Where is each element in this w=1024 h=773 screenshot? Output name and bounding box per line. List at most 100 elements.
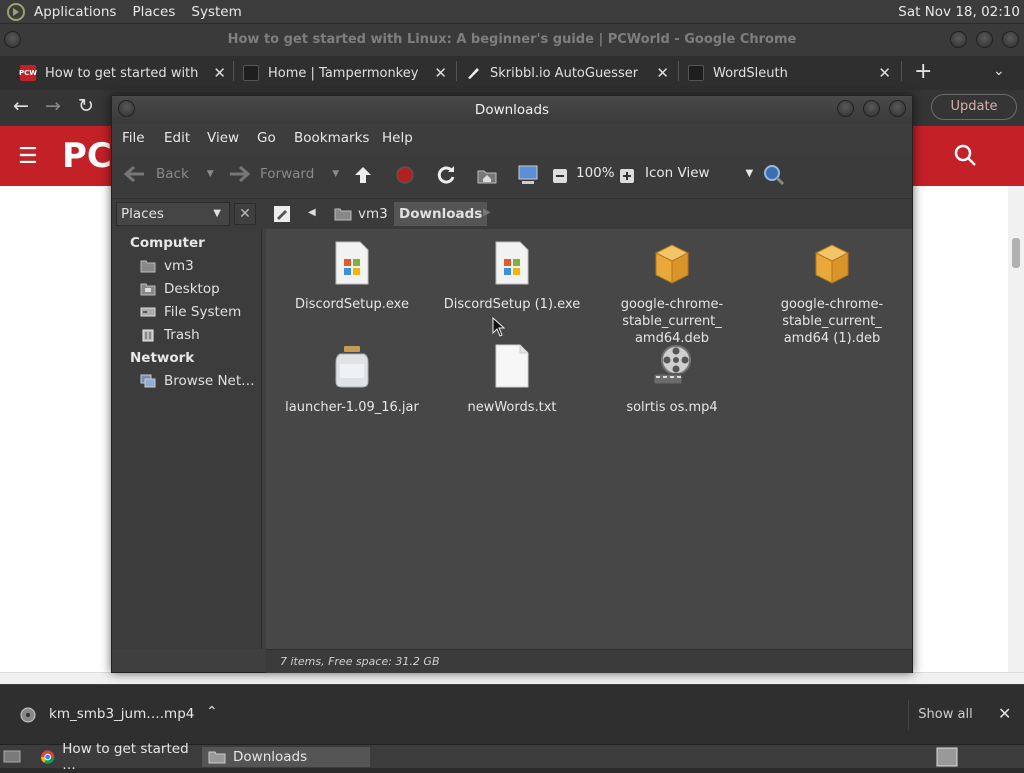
tab-tampermonkey[interactable]: Home | Tampermonkey ✕	[243, 58, 447, 88]
file-item-solrtis-mp4[interactable]: solrtis os.mp4	[593, 344, 751, 416]
file-item-discordsetup-1[interactable]: DiscordSetup (1).exe	[433, 241, 591, 313]
tab-close-icon[interactable]: ✕	[213, 64, 226, 82]
menu-go[interactable]: Go	[257, 130, 276, 146]
clock[interactable]: Sat Nov 18, 02:10	[898, 4, 1020, 20]
network-icon	[140, 374, 156, 388]
maximize-button[interactable]	[976, 31, 993, 48]
tab-close-icon[interactable]: ✕	[656, 64, 669, 82]
crumb-label: Downloads	[399, 206, 483, 222]
sidebar-label: Browse Net…	[164, 373, 255, 389]
chrome-icon	[40, 750, 55, 764]
hamburger-menu-icon[interactable]: ☰	[18, 144, 38, 169]
search-icon[interactable]	[952, 142, 980, 170]
crumb-left-arrow-icon[interactable]: ◀	[308, 207, 316, 218]
bottom-taskbar: How to get started … Downloads	[0, 741, 1024, 773]
chevron-up-icon[interactable]: ⌃	[206, 704, 218, 720]
computer-icon[interactable]	[516, 164, 540, 186]
home-icon[interactable]	[476, 165, 498, 185]
distro-logo-icon[interactable]	[6, 2, 26, 22]
show-desktop-icon[interactable]	[3, 749, 21, 765]
maximize-button[interactable]	[863, 100, 880, 117]
file-item-chrome-deb[interactable]: google-chrome- stable_current_ amd64.deb	[593, 241, 751, 347]
tab-label: WordSleuth	[713, 65, 788, 81]
sidebar-mode-combo[interactable]: Places ▼	[116, 202, 230, 226]
sidebar-item-browse-network[interactable]: Browse Net…	[140, 373, 255, 389]
tab-label: How to get started with Lin	[45, 65, 203, 81]
close-window-button[interactable]	[889, 100, 906, 117]
browser-forward-icon[interactable]: →	[45, 95, 61, 117]
menu-help[interactable]: Help	[382, 130, 413, 146]
search-icon[interactable]	[762, 163, 786, 187]
breadcrumb-downloads[interactable]: Downloads	[394, 202, 488, 226]
browser-back-icon[interactable]: ←	[13, 95, 29, 117]
dropdown-arrow-icon[interactable]: ▼	[207, 169, 214, 179]
zoom-in-icon[interactable]	[619, 168, 635, 184]
skribbl-favicon-icon	[465, 65, 481, 81]
close-window-button[interactable]	[1002, 31, 1019, 48]
video-icon	[653, 345, 691, 385]
back-button[interactable]: Back ▼	[124, 165, 214, 183]
menu-view[interactable]: View	[207, 130, 239, 146]
exe-icon	[335, 241, 369, 285]
scrollbar-thumb[interactable]	[1012, 238, 1020, 268]
breadcrumb-vm3[interactable]: vm3	[334, 202, 388, 226]
tab-pcworld[interactable]: PCW How to get started with Lin ✕	[19, 58, 226, 88]
zoom-out-icon[interactable]	[552, 168, 568, 184]
minimize-button[interactable]	[950, 31, 967, 48]
chrome-tab-strip: PCW How to get started with Lin ✕ Home |…	[0, 56, 1024, 90]
menu-file[interactable]: File	[122, 130, 145, 146]
stop-icon[interactable]	[395, 165, 415, 185]
download-item[interactable]: km_smb3_jum….mp4	[49, 706, 194, 722]
new-tab-icon[interactable]: +	[914, 59, 932, 84]
forward-button[interactable]: Forward ▼	[228, 165, 339, 183]
close-sidebar-icon[interactable]: ✕	[234, 203, 256, 225]
reload-icon[interactable]	[435, 164, 457, 186]
sidebar-item-trash[interactable]: Trash	[140, 327, 200, 343]
tab-close-icon[interactable]: ✕	[434, 64, 447, 82]
crumb-label: vm3	[358, 206, 388, 222]
applications-menu[interactable]: Applications	[34, 4, 116, 20]
page-vertical-scrollbar[interactable]	[1008, 186, 1024, 672]
system-menu[interactable]: System	[191, 4, 241, 20]
mouse-cursor-icon	[492, 317, 506, 337]
crumb-right-arrow-icon[interactable]: ▶	[483, 207, 491, 218]
sidebar-item-desktop[interactable]: Desktop	[140, 281, 220, 297]
file-item-discordsetup[interactable]: DiscordSetup.exe	[273, 241, 431, 313]
taskbar-item-chrome[interactable]: How to get started …	[34, 741, 200, 773]
text-file-icon	[495, 344, 529, 388]
fm-titlebar[interactable]: Downloads	[112, 96, 912, 123]
edit-location-icon[interactable]	[273, 205, 291, 223]
page-horizontal-scrollbar[interactable]	[0, 672, 1024, 684]
view-mode-select[interactable]: Icon View ▼	[645, 165, 753, 181]
tab-close-icon[interactable]: ✕	[878, 64, 891, 82]
menu-bookmarks[interactable]: Bookmarks	[294, 130, 369, 146]
update-button[interactable]: Update	[931, 94, 1017, 120]
tab-divider	[456, 61, 457, 81]
forward-arrow-icon	[230, 165, 250, 183]
file-item-newwords-txt[interactable]: newWords.txt	[433, 344, 591, 416]
tab-wordsleuth[interactable]: WordSleuth ✕	[688, 58, 891, 88]
back-label: Back	[156, 166, 189, 182]
reload-icon[interactable]: ↻	[78, 95, 94, 117]
task-label: Downloads	[233, 749, 308, 765]
fm-statusbar: 7 items, Free space: 31.2 GB	[266, 649, 912, 673]
show-all-button[interactable]: Show all	[908, 700, 982, 730]
up-arrow-icon[interactable]	[352, 164, 374, 186]
places-menu[interactable]: Places	[132, 4, 175, 20]
minimize-button[interactable]	[837, 100, 854, 117]
view-mode-label: Icon View	[645, 165, 710, 181]
menu-edit[interactable]: Edit	[164, 130, 190, 146]
tab-search-chevron-icon[interactable]: ⌄	[993, 63, 1005, 79]
icon-view[interactable]: DiscordSetup.exe DiscordSetup (1).exe go…	[266, 229, 912, 649]
sidebar-item-vm3[interactable]: vm3	[140, 258, 194, 274]
home-folder-icon	[334, 208, 352, 221]
file-item-chrome-deb-1[interactable]: google-chrome- stable_current_ amd64 (1)…	[753, 241, 911, 347]
workspace-switcher-icon[interactable]	[936, 747, 958, 767]
close-icon[interactable]: ✕	[998, 704, 1011, 723]
tab-skribbl[interactable]: Skribbl.io AutoGuesser ✕	[465, 58, 669, 88]
file-item-launcher-jar[interactable]: launcher-1.09_16.jar	[273, 344, 431, 416]
dropdown-arrow-icon[interactable]: ▼	[332, 169, 339, 179]
sidebar-item-file-system[interactable]: File System	[140, 304, 241, 320]
file-manager-window: Downloads File Edit View Go Bookmarks He…	[111, 95, 913, 673]
taskbar-item-downloads[interactable]: Downloads	[202, 747, 370, 767]
